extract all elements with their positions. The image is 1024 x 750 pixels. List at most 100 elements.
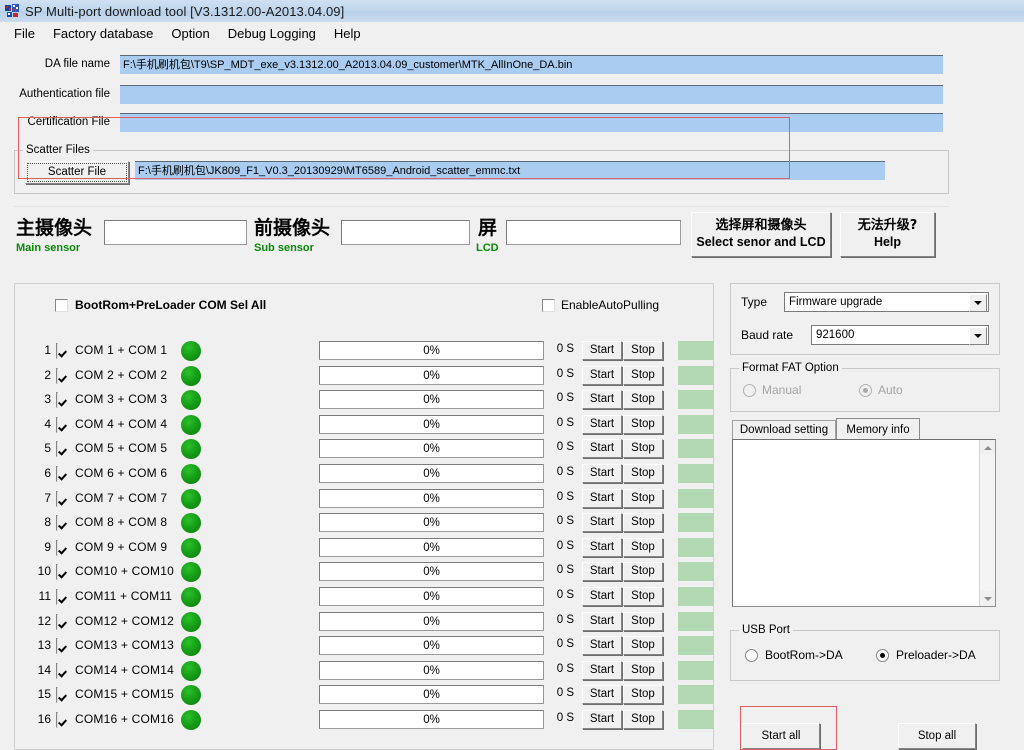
row-stop-button[interactable]: Stop — [623, 710, 663, 729]
format-manual-radio[interactable] — [743, 383, 756, 397]
row-checkbox[interactable] — [56, 589, 58, 605]
select-all-checkbox[interactable] — [55, 298, 68, 312]
row-start-button[interactable]: Start — [582, 587, 622, 606]
row-stop-button[interactable]: Stop — [623, 587, 663, 606]
menu-item-file[interactable]: File — [5, 25, 44, 42]
row-checkbox[interactable] — [56, 712, 58, 728]
format-manual-radio-row[interactable]: Manual — [743, 383, 801, 397]
chevron-down-icon[interactable] — [969, 294, 987, 312]
usb-preloader-radio[interactable] — [876, 648, 889, 662]
row-checkbox[interactable] — [56, 564, 58, 580]
memory-info-scrollbar[interactable] — [979, 440, 995, 606]
baud-rate-label: Baud rate — [741, 328, 794, 342]
row-stop-button[interactable]: Stop — [623, 513, 663, 532]
format-fat-option-label: Format FAT Option — [739, 362, 842, 374]
menu-item-debug-logging[interactable]: Debug Logging — [219, 25, 325, 42]
row-start-button[interactable]: Start — [582, 464, 622, 483]
row-checkbox[interactable] — [56, 515, 58, 531]
row-checkbox[interactable] — [56, 687, 58, 703]
row-start-button[interactable]: Start — [582, 612, 622, 631]
status-led-icon — [181, 685, 201, 705]
memory-info-textarea[interactable] — [732, 439, 996, 607]
row-checkbox[interactable] — [56, 614, 58, 630]
format-auto-radio-row[interactable]: Auto — [859, 383, 903, 397]
row-start-button[interactable]: Start — [582, 415, 622, 434]
row-start-button[interactable]: Start — [582, 513, 622, 532]
scroll-down-icon[interactable] — [980, 591, 995, 606]
row-checkbox[interactable] — [56, 540, 58, 556]
table-row: 13 COM13 + COM13 0% 0 S Start Stop — [15, 634, 715, 658]
row-stop-button[interactable]: Stop — [623, 415, 663, 434]
row-checkbox[interactable] — [56, 466, 58, 482]
menu-item-factory-database[interactable]: Factory database — [44, 25, 162, 42]
row-stop-button[interactable]: Stop — [623, 489, 663, 508]
row-stop-button[interactable]: Stop — [623, 538, 663, 557]
row-checkbox[interactable] — [56, 638, 58, 654]
type-select[interactable]: Firmware upgrade — [784, 292, 989, 312]
menu-item-option[interactable]: Option — [162, 25, 218, 42]
usb-preloader-radio-row[interactable]: Preloader->DA — [876, 648, 976, 662]
row-start-button[interactable]: Start — [582, 366, 622, 385]
row-start-button[interactable]: Start — [582, 390, 622, 409]
status-led-icon — [181, 661, 201, 681]
certification-file-input[interactable] — [120, 112, 943, 132]
table-row: 7 COM 7 + COM 7 0% 0 S Start Stop — [15, 487, 715, 511]
row-stop-button[interactable]: Stop — [623, 390, 663, 409]
row-start-button[interactable]: Start — [582, 685, 622, 704]
row-checkbox[interactable] — [56, 441, 58, 457]
row-stop-button[interactable]: Stop — [623, 366, 663, 385]
help-button[interactable]: 无法升级? Help — [840, 212, 935, 257]
usb-bootrom-radio-row[interactable]: BootRom->DA — [745, 648, 843, 662]
usb-bootrom-radio[interactable] — [745, 648, 758, 662]
sub-sensor-input[interactable] — [341, 220, 470, 245]
row-stop-button[interactable]: Stop — [623, 612, 663, 631]
row-stop-button[interactable]: Stop — [623, 439, 663, 458]
row-stop-button[interactable]: Stop — [623, 562, 663, 581]
row-stop-button[interactable]: Stop — [623, 636, 663, 655]
row-start-button[interactable]: Start — [582, 489, 622, 508]
scroll-up-icon[interactable] — [980, 440, 995, 455]
row-start-button[interactable]: Start — [582, 341, 622, 360]
menu-item-help[interactable]: Help — [325, 25, 370, 42]
tab-memory-info[interactable]: Memory info — [836, 418, 920, 440]
enable-auto-pulling-label: EnableAutoPulling — [561, 298, 660, 312]
row-stop-button[interactable]: Stop — [623, 685, 663, 704]
row-checkbox[interactable] — [56, 417, 58, 433]
row-start-button[interactable]: Start — [582, 439, 622, 458]
enable-auto-pulling-checkbox[interactable] — [542, 298, 555, 312]
scatter-file-input[interactable]: F:\手机刷机包\JK809_F1_V0.3_20130929\MT6589_A… — [135, 161, 885, 180]
row-stop-button[interactable]: Stop — [623, 464, 663, 483]
enable-auto-pulling-row[interactable]: EnableAutoPulling — [542, 298, 659, 312]
status-led-icon — [181, 489, 201, 509]
da-file-input[interactable]: F:\手机刷机包\T9\SP_MDT_exe_v3.1312.00_A2013.… — [120, 54, 943, 74]
main-sensor-input[interactable] — [104, 220, 247, 245]
row-index: 4 — [44, 417, 51, 431]
row-status-box — [678, 612, 714, 631]
tab-download-setting[interactable]: Download setting — [732, 420, 836, 440]
row-stop-button[interactable]: Stop — [623, 341, 663, 360]
authentication-file-input[interactable] — [120, 84, 943, 104]
row-checkbox[interactable] — [56, 392, 58, 408]
select-all-row[interactable]: BootRom+PreLoader COM Sel All — [55, 298, 266, 312]
format-auto-radio[interactable] — [859, 383, 872, 397]
start-all-button[interactable]: Start all — [742, 723, 820, 749]
row-start-button[interactable]: Start — [582, 661, 622, 680]
row-start-button[interactable]: Start — [582, 538, 622, 557]
stop-all-button[interactable]: Stop all — [898, 723, 976, 749]
chevron-down-icon[interactable] — [969, 327, 987, 345]
baud-rate-select[interactable]: 921600 — [811, 325, 989, 345]
table-row: 8 COM 8 + COM 8 0% 0 S Start Stop — [15, 511, 715, 535]
scatter-file-button[interactable]: Scatter File — [25, 161, 129, 184]
row-checkbox[interactable] — [56, 368, 58, 384]
lcd-input[interactable] — [506, 220, 681, 245]
row-start-button[interactable]: Start — [582, 636, 622, 655]
row-checkbox[interactable] — [56, 663, 58, 679]
row-checkbox[interactable] — [56, 343, 58, 359]
row-progress-bar: 0% — [319, 513, 544, 532]
row-checkbox[interactable] — [56, 491, 58, 507]
row-stop-button[interactable]: Stop — [623, 661, 663, 680]
row-start-button[interactable]: Start — [582, 710, 622, 729]
status-led-icon — [181, 710, 201, 730]
row-start-button[interactable]: Start — [582, 562, 622, 581]
select-sensor-lcd-button[interactable]: 选择屏和摄像头 Select senor and LCD — [691, 212, 831, 257]
